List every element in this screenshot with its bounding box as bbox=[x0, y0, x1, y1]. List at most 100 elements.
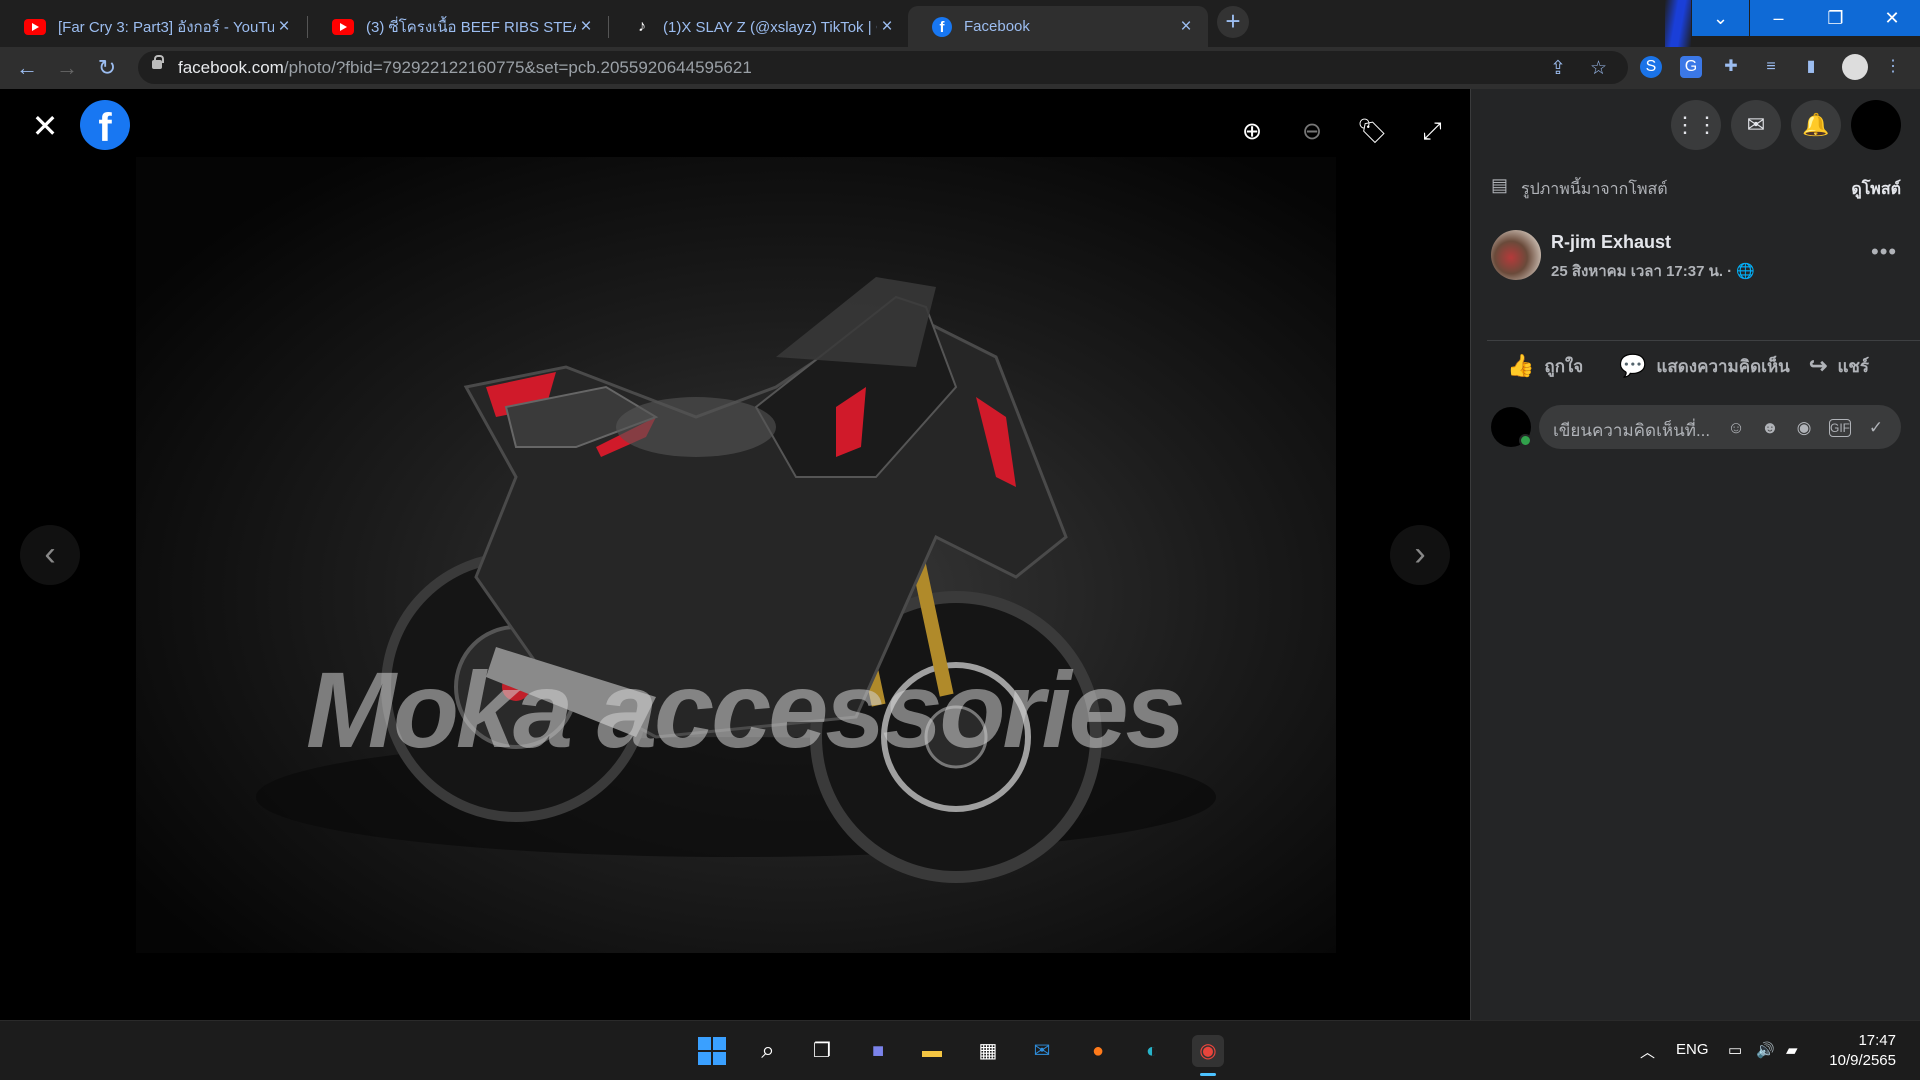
like-button[interactable]: 👍 ถูกใจ bbox=[1507, 351, 1583, 381]
forward-button[interactable]: → bbox=[52, 53, 82, 83]
network-icon[interactable]: ▭ bbox=[1728, 1041, 1742, 1059]
comment-icon: 💬 bbox=[1619, 353, 1647, 378]
next-photo-button[interactable]: › bbox=[1390, 525, 1450, 585]
translate-extension-icon[interactable]: G bbox=[1680, 56, 1702, 78]
tab-close-icon[interactable]: × bbox=[274, 16, 294, 37]
comment-label: แสดงความคิดเห็น bbox=[1656, 356, 1790, 376]
microsoft-store-icon[interactable]: ▦ bbox=[972, 1035, 1004, 1067]
browser-tab-strip: [Far Cry 3: Part3] อังกอร์ - YouTube × (… bbox=[0, 0, 1920, 47]
photo-details-panel: ⋮⋮ ✉ 🔔 ▤ รูปภาพนี้มาจากโพสต์ ดูโพสต์ R-j… bbox=[1470, 89, 1920, 1020]
zoom-in-icon[interactable]: ⊕ bbox=[1237, 117, 1267, 147]
edge-icon[interactable]: ◐ bbox=[1136, 1035, 1168, 1067]
motorcycle-illustration bbox=[256, 277, 1216, 883]
file-explorer-icon[interactable]: ▬ bbox=[916, 1035, 948, 1067]
profile-avatar[interactable] bbox=[1842, 54, 1868, 80]
reload-button[interactable]: ↻ bbox=[92, 53, 122, 83]
zoom-out-icon[interactable]: ⊖ bbox=[1297, 117, 1327, 147]
photo-source-label: รูปภาพนี้มาจากโพสต์ bbox=[1521, 181, 1668, 198]
more-options-icon[interactable]: ••• bbox=[1871, 239, 1897, 265]
lock-icon[interactable] bbox=[152, 55, 164, 69]
tiktok-icon: ♪ bbox=[638, 17, 646, 35]
author-avatar[interactable] bbox=[1491, 230, 1541, 280]
media-control-icon[interactable]: ≡ bbox=[1760, 56, 1782, 78]
search-icon[interactable]: ⌕ bbox=[752, 1035, 784, 1067]
motorcycle-photo: Moka accessories bbox=[136, 157, 1336, 953]
tab-strip-decoration bbox=[1665, 0, 1691, 47]
messenger-icon[interactable]: ✉ bbox=[1731, 100, 1781, 150]
url-text[interactable]: facebook.com/photo/?fbid=792922122160775… bbox=[178, 58, 752, 78]
task-view-icon[interactable]: ❐ bbox=[806, 1035, 838, 1067]
tab-title: (3) ซี่โครงเนื้อ BEEF RIBS STEAK & B bbox=[366, 18, 576, 36]
fullscreen-icon[interactable]: ⤢ bbox=[1417, 117, 1447, 147]
tab-search-button[interactable]: ⌄ bbox=[1692, 0, 1749, 36]
view-post-link[interactable]: ดูโพสต์ bbox=[1851, 177, 1901, 202]
browser-tab-3[interactable]: ♪ (1)X SLAY Z (@xslayz) TikTok | ดู × bbox=[609, 6, 909, 47]
share-arrow-icon: ↪ bbox=[1809, 353, 1828, 378]
battery-icon[interactable]: ▰ bbox=[1786, 1041, 1798, 1059]
bookmark-star-icon[interactable]: ☆ bbox=[1590, 57, 1607, 80]
comment-placeholder: เขียนความคิดเห็นที่... bbox=[1553, 421, 1711, 440]
tab-close-icon[interactable]: × bbox=[576, 16, 596, 37]
active-app-indicator bbox=[1200, 1073, 1216, 1076]
share-button[interactable]: ↪ แชร์ bbox=[1809, 351, 1869, 381]
avatar-sticker-icon[interactable]: ☺ bbox=[1725, 417, 1747, 439]
post-timestamp[interactable]: 25 สิงหาคม เวลา 17:37 น. · 🌐 bbox=[1551, 259, 1755, 283]
comment-input[interactable]: เขียนความคิดเห็นที่... ☺ ☻ ◉ GIF ✓ bbox=[1539, 405, 1901, 449]
browser-tab-2[interactable]: (3) ซี่โครงเนื้อ BEEF RIBS STEAK & B × bbox=[308, 6, 608, 47]
camera-icon[interactable]: ◉ bbox=[1793, 417, 1815, 439]
facebook-logo-icon[interactable]: f bbox=[80, 100, 130, 150]
online-status-dot bbox=[1519, 434, 1532, 447]
like-label: ถูกใจ bbox=[1544, 356, 1584, 376]
clock-time: 17:47 bbox=[1858, 1032, 1896, 1049]
tab-title: [Far Cry 3: Part3] อังกอร์ - YouTube bbox=[58, 18, 274, 36]
youtube-icon bbox=[24, 18, 46, 35]
tag-icon[interactable]: 🏷 bbox=[1357, 117, 1387, 147]
mail-icon[interactable]: ✉ bbox=[1026, 1035, 1058, 1067]
browser-menu-icon[interactable]: ⋮ bbox=[1882, 56, 1904, 78]
windows-taskbar: ⌕ ❐ ■ ▬ ▦ ✉ ● ◐ ◉ ︿ ENG ▭ 🔊 ▰ 17:47 10/9… bbox=[0, 1020, 1920, 1080]
address-bar[interactable]: facebook.com/photo/?fbid=792922122160775… bbox=[138, 51, 1628, 84]
side-panel-icon[interactable]: ▮ bbox=[1800, 56, 1822, 78]
browser-tab-1[interactable]: [Far Cry 3: Part3] อังกอร์ - YouTube × bbox=[0, 6, 306, 47]
globe-icon: 🌐 bbox=[1736, 263, 1756, 280]
notifications-bell-icon[interactable]: 🔔 bbox=[1791, 100, 1841, 150]
chrome-icon[interactable]: ◉ bbox=[1192, 1035, 1224, 1067]
thumbs-up-icon: 👍 bbox=[1507, 353, 1535, 378]
tab-close-icon[interactable]: × bbox=[1176, 16, 1196, 37]
close-icon[interactable]: ✕ bbox=[30, 110, 60, 142]
system-clock[interactable]: 17:47 10/9/2565 bbox=[1828, 1031, 1896, 1071]
gif-icon[interactable]: GIF bbox=[1829, 419, 1851, 437]
share-icon[interactable]: ⇪ bbox=[1550, 57, 1566, 80]
account-avatar[interactable] bbox=[1851, 100, 1901, 150]
sticker-icon[interactable]: ✓ bbox=[1865, 417, 1887, 439]
extensions-puzzle-icon[interactable]: ✚ bbox=[1720, 56, 1742, 78]
teams-chat-icon[interactable]: ■ bbox=[862, 1035, 894, 1067]
browser-tab-4[interactable]: f Facebook × bbox=[908, 6, 1208, 47]
shazam-extension-icon[interactable]: S bbox=[1640, 56, 1662, 78]
previous-photo-button[interactable]: ‹ bbox=[20, 525, 80, 585]
author-name[interactable]: R-jim Exhaust bbox=[1551, 232, 1671, 253]
show-hidden-icons[interactable]: ︿ bbox=[1640, 1041, 1655, 1062]
back-button[interactable]: ← bbox=[12, 53, 42, 83]
photo-viewer: ✕ f ⊕ ⊖ 🏷 ⤢ Moka accessories ‹ › bbox=[0, 89, 1470, 1020]
emoji-icon[interactable]: ☻ bbox=[1759, 417, 1781, 439]
comment-button[interactable]: 💬 แสดงความคิดเห็น bbox=[1619, 351, 1790, 381]
volume-icon[interactable]: 🔊 bbox=[1756, 1041, 1775, 1059]
firefox-icon[interactable]: ● bbox=[1082, 1035, 1114, 1067]
facebook-icon: f bbox=[932, 16, 952, 37]
tab-title: Facebook bbox=[964, 18, 1030, 35]
language-indicator[interactable]: ENG bbox=[1676, 1041, 1709, 1058]
post-icon: ▤ bbox=[1491, 175, 1509, 195]
start-windows-icon[interactable] bbox=[696, 1035, 728, 1067]
divider bbox=[1487, 340, 1920, 341]
browser-toolbar: ← → ↻ facebook.com/photo/?fbid=792922122… bbox=[0, 47, 1920, 89]
photo-source-bar: ▤ รูปภาพนี้มาจากโพสต์ ดูโพสต์ bbox=[1491, 175, 1901, 199]
share-label: แชร์ bbox=[1837, 356, 1870, 376]
menu-grid-icon[interactable]: ⋮⋮ bbox=[1671, 100, 1721, 150]
new-tab-button[interactable]: + bbox=[1217, 6, 1249, 38]
close-window-button[interactable]: ✕ bbox=[1864, 0, 1920, 36]
minimize-button[interactable]: – bbox=[1750, 0, 1807, 36]
tab-close-icon[interactable]: × bbox=[877, 16, 897, 37]
restore-button[interactable]: ❐ bbox=[1807, 0, 1864, 36]
watermark-text: Moka accessories bbox=[306, 649, 1186, 770]
